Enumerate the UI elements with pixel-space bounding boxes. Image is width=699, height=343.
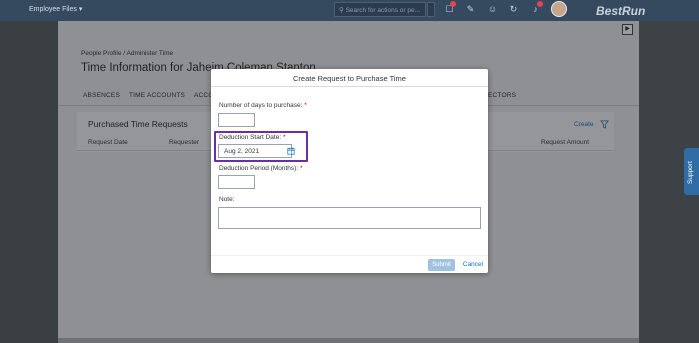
filter-icon[interactable] [600,120,609,129]
submit-button[interactable]: Submit [428,259,455,271]
required-marker: * [299,165,303,172]
breadcrumb[interactable]: People Profile / Administer Time [81,50,173,57]
company-logo: BestRun [596,4,646,18]
bell-badge [537,1,543,7]
shell-bar: Employee Files ▾ ⚲ Search for actions or… [0,0,699,21]
refresh-icon[interactable]: ↻ [507,3,520,16]
support-tab[interactable]: Support [684,148,699,195]
tab-absences[interactable]: ABSENCES [83,92,120,99]
tab-collectors[interactable]: ECTORS [488,92,516,99]
chevron-down-icon: ▾ [78,6,83,13]
search-placeholder: Search for actions or pe... [345,7,421,14]
days-to-purchase-input[interactable] [218,113,255,127]
focus-highlight-box [214,131,308,162]
avatar[interactable] [551,1,567,17]
page-footer [58,338,639,343]
deduction-period-label: Deduction Period (Months): * [219,165,302,172]
section-title: Purchased Time Requests [88,119,188,129]
people-icon[interactable]: ☺ [486,3,499,16]
support-label: Support [687,161,694,184]
required-marker: * [304,102,307,109]
tab-time-accounts[interactable]: TIME ACCOUNTS [129,92,185,99]
approvals-icon[interactable]: ✎ [464,3,477,16]
search-scope-dropdown[interactable] [427,2,435,17]
deduction-period-input[interactable] [218,175,255,189]
column-header-request-amount[interactable]: Request Amount [541,139,589,146]
create-link[interactable]: Create [574,121,594,128]
column-header-request-date[interactable]: Request Date [88,139,128,146]
module-label: Employee Files [29,6,77,13]
note-label: Note: [219,196,235,203]
dialog-footer-divider [211,255,488,256]
module-selector[interactable]: Employee Files ▾ [29,5,82,13]
search-icon: ⚲ [339,7,346,14]
note-textarea[interactable] [218,207,481,229]
days-to-purchase-label: Number of days to purchase: * [219,102,307,109]
column-header-requester[interactable]: Requester [169,139,199,146]
expand-panel-icon[interactable]: ▶ [622,24,633,35]
search-input[interactable]: ⚲ Search for actions or pe... [334,2,426,17]
cancel-button[interactable]: Cancel [461,259,485,271]
dialog-header: Create Request to Purchase Time [211,69,488,87]
dialog-title: Create Request to Purchase Time [293,74,406,83]
purchase-time-dialog: Create Request to Purchase Time Number o… [211,69,488,273]
period-label-text: Deduction Period (Months): [219,165,299,172]
notification-badge [450,1,456,7]
days-label-text: Number of days to purchase: [219,102,303,109]
